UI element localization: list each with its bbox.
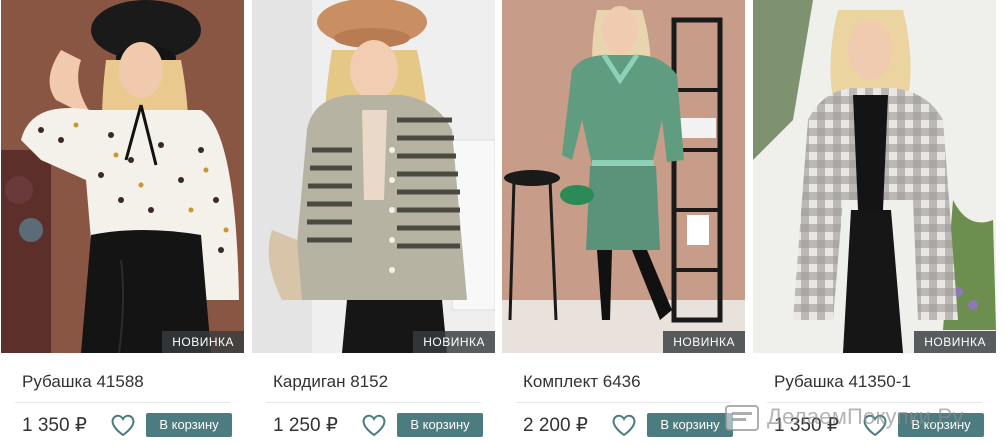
product-card[interactable]: НОВИНКА Комплект 6436 2 200 ₽ В корзину bbox=[502, 0, 745, 446]
product-grid: НОВИНКА Рубашка 41588 1 350 ₽ В корзину bbox=[0, 0, 1005, 446]
add-to-cart-button[interactable]: В корзину bbox=[898, 413, 984, 437]
add-to-cart-button[interactable]: В корзину bbox=[146, 413, 232, 437]
add-to-cart-button[interactable]: В корзину bbox=[647, 413, 733, 437]
product-card[interactable]: НОВИНКА Рубашка 41588 1 350 ₽ В корзину bbox=[1, 0, 244, 446]
new-badge: НОВИНКА bbox=[663, 331, 745, 353]
product-price: 1 350 ₽ bbox=[22, 415, 87, 436]
product-image-plaid-shirt bbox=[753, 0, 996, 353]
product-title[interactable]: Кардиган 8152 bbox=[273, 372, 388, 392]
divider bbox=[516, 402, 731, 403]
product-price: 2 200 ₽ bbox=[523, 415, 588, 436]
product-card[interactable]: НОВИНКА Кардиган 8152 1 250 ₽ В корзину bbox=[252, 0, 495, 446]
divider bbox=[767, 402, 982, 403]
heart-icon[interactable] bbox=[862, 413, 888, 437]
product-photo[interactable]: НОВИНКА bbox=[753, 0, 996, 353]
product-photo[interactable]: НОВИНКА bbox=[1, 0, 244, 353]
add-to-cart-button[interactable]: В корзину bbox=[397, 413, 483, 437]
product-title[interactable]: Рубашка 41350-1 bbox=[774, 372, 911, 392]
product-title[interactable]: Комплект 6436 bbox=[523, 372, 641, 392]
heart-icon[interactable] bbox=[611, 413, 637, 437]
product-image-set bbox=[502, 0, 745, 353]
new-badge: НОВИНКА bbox=[413, 331, 495, 353]
product-title[interactable]: Рубашка 41588 bbox=[22, 372, 144, 392]
heart-icon[interactable] bbox=[110, 413, 136, 437]
new-badge: НОВИНКА bbox=[914, 331, 996, 353]
product-photo[interactable]: НОВИНКА bbox=[252, 0, 495, 353]
divider bbox=[15, 402, 230, 403]
divider bbox=[266, 402, 481, 403]
product-card[interactable]: НОВИНКА Рубашка 41350-1 1 350 ₽ В корзин… bbox=[753, 0, 996, 446]
product-image-blouse bbox=[1, 0, 244, 353]
heart-icon[interactable] bbox=[361, 413, 387, 437]
product-image-cardigan bbox=[252, 0, 495, 353]
product-price: 1 350 ₽ bbox=[774, 415, 839, 436]
product-price: 1 250 ₽ bbox=[273, 415, 338, 436]
new-badge: НОВИНКА bbox=[162, 331, 244, 353]
product-photo[interactable]: НОВИНКА bbox=[502, 0, 745, 353]
